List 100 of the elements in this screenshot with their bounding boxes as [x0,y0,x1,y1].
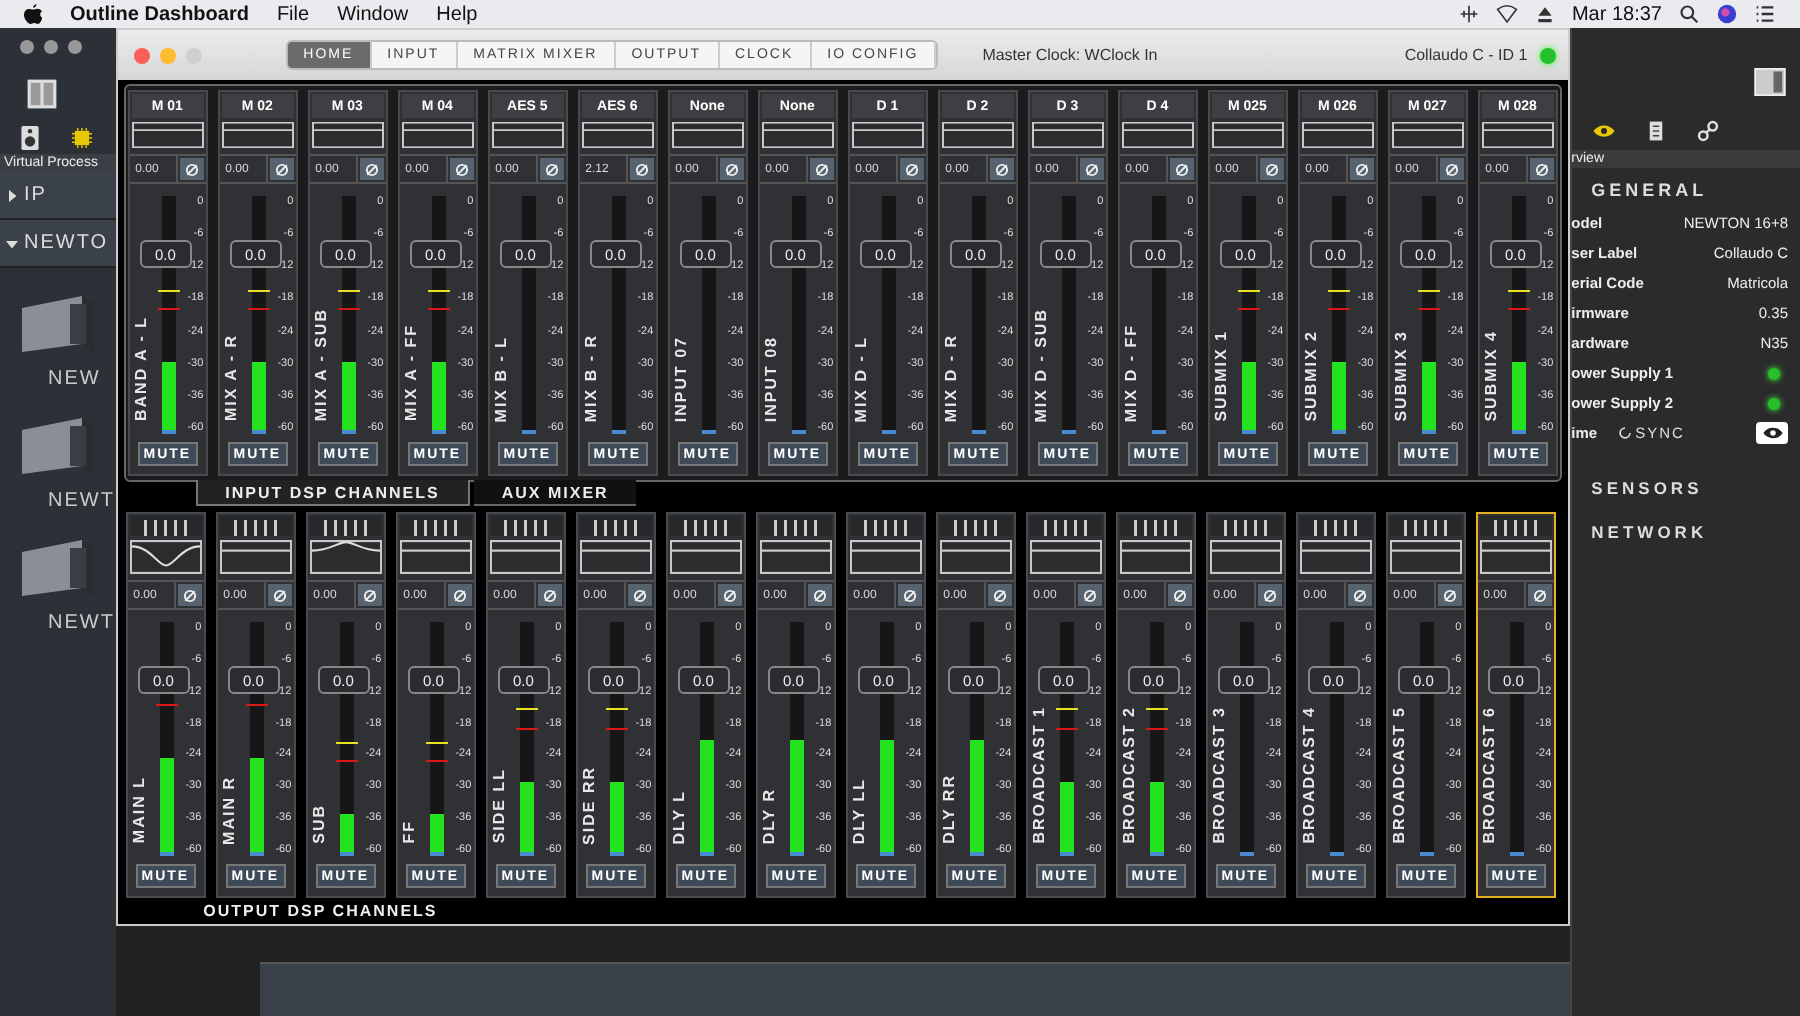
channel-name: SUBMIX 3 [1391,330,1410,422]
bars-icon [309,516,382,536]
eq-curve-display[interactable] [1029,540,1102,574]
eq-curve-display[interactable] [219,540,292,574]
bars-icon [129,516,202,536]
channel-name: BAND A - L [131,316,150,422]
channel-name: MIX B - R [581,333,600,422]
disclosure-icon[interactable] [6,189,18,201]
bars-icon [849,516,922,536]
menu-item[interactable]: Help [436,3,478,25]
menu-item[interactable]: File [276,3,310,25]
channel-name: FF [399,820,418,844]
channel-name: MIX A - FF [401,324,420,422]
channel-name: MIX D - SUB [1031,307,1050,422]
channel-name: MIX D - FF [1121,323,1140,422]
menu-clock[interactable]: Mar 18:37 [1571,3,1662,25]
wifi-icon[interactable] [1495,4,1518,24]
device-label[interactable]: NEW [16,368,101,390]
eq-curve-display[interactable] [579,540,652,574]
device-name: Collaudo C - ID 1 [1404,46,1528,64]
channel-name: MIX A - SUB [311,308,330,422]
bars-icon [759,516,832,536]
eq-curve-display[interactable] [399,540,472,574]
sidebar-item[interactable]: NEWTO [0,220,116,268]
eq-curve-display[interactable] [311,122,384,148]
eq-curve-display[interactable] [491,122,564,148]
eq-curve-display[interactable] [761,122,834,148]
sync-icon[interactable] [1617,426,1632,440]
channel-name: SUBMIX 2 [1301,330,1320,422]
eq-curve-display[interactable] [1481,122,1554,148]
list-icon[interactable] [1754,4,1776,24]
eq-curve-display[interactable] [1299,540,1372,574]
speaker-icon[interactable] [20,126,40,150]
channel-name: MAIN R [219,775,238,844]
door-icon[interactable] [24,78,60,110]
eq-curve-display[interactable] [849,540,922,574]
app-menu[interactable]: Outline Dashboard [70,3,249,25]
channel-name: INPUT 08 [761,335,780,422]
section-label: OUTPUT DSP CHANNELS [201,900,440,920]
bars-icon [1389,516,1462,536]
search-icon[interactable] [1678,4,1700,24]
channel-name: DLY R [759,787,778,844]
bars-icon [399,516,472,536]
disclosure-icon[interactable] [6,237,18,249]
channel-name: BROADCAST 6 [1479,706,1498,844]
device-label[interactable]: NEWT [16,490,115,512]
section-heading[interactable]: GENERAL [1571,168,1800,208]
channel-name: DLY LL [849,777,868,844]
channel-name: MIX B - L [491,335,510,422]
bars-icon [1209,516,1282,536]
eq-curve-display[interactable] [1119,540,1192,574]
eject-icon[interactable] [1533,4,1556,24]
eq-curve-display[interactable] [1121,122,1194,148]
eq-curve-display[interactable] [131,122,204,148]
channel-name: BROADCAST 5 [1389,706,1408,844]
eq-curve-display[interactable] [1209,540,1282,574]
channel-name: MAIN L [129,776,148,844]
eq-curve-display[interactable] [1211,122,1284,148]
link-icon[interactable] [1695,120,1720,142]
channel-name: BROADCAST 4 [1299,706,1318,844]
master-clock-label: Master Clock: WClock In [982,46,1158,64]
eq-curve-display[interactable] [851,122,924,148]
device-label[interactable]: NEWT [16,612,115,634]
eq-curve-display[interactable] [489,540,562,574]
section-heading[interactable]: NETWORK [1571,498,1800,542]
bars-icon [1119,516,1192,536]
sidebar-item[interactable]: IP [0,172,116,220]
eq-curve-display[interactable] [581,122,654,148]
bars-icon [939,516,1012,536]
bars-icon [219,516,292,536]
channel-name: MIX A - R [221,334,240,422]
eq-curve-display[interactable] [1031,122,1104,148]
eq-curve-display[interactable] [669,540,742,574]
bars-icon [1029,516,1102,536]
panel-layout-icon[interactable] [1753,68,1786,96]
eq-curve-display[interactable] [1389,540,1462,574]
eq-curve-display[interactable] [221,122,294,148]
eq-curve-display[interactable] [1479,540,1552,574]
menu-item[interactable]: Window [337,3,409,25]
section-tab[interactable]: INPUT DSP CHANNELS [195,480,470,506]
bars-icon [669,516,742,536]
eq-curve-display[interactable] [401,122,474,148]
view-button[interactable] [1756,422,1788,444]
channel-name: BROADCAST 3 [1209,706,1228,844]
eq-curve-display[interactable] [1301,122,1374,148]
eq-curve-display[interactable] [129,540,202,574]
eq-curve-display[interactable] [309,540,382,574]
eye-icon[interactable] [1761,426,1783,440]
eq-curve-display[interactable] [1391,122,1464,148]
chip-icon[interactable] [72,126,92,150]
section-heading[interactable]: SENSORS [1571,448,1800,498]
eq-curve-display[interactable] [941,122,1014,148]
siri-icon[interactable] [1716,4,1738,24]
section-tab[interactable]: AUX MIXER [473,480,637,506]
eye-icon[interactable] [1591,120,1616,142]
channel-name: DLY RR [939,774,958,844]
eq-curve-display[interactable] [759,540,832,574]
eq-curve-display[interactable] [671,122,744,148]
apple-icon[interactable] [24,3,42,25]
eq-curve-display[interactable] [939,540,1012,574]
